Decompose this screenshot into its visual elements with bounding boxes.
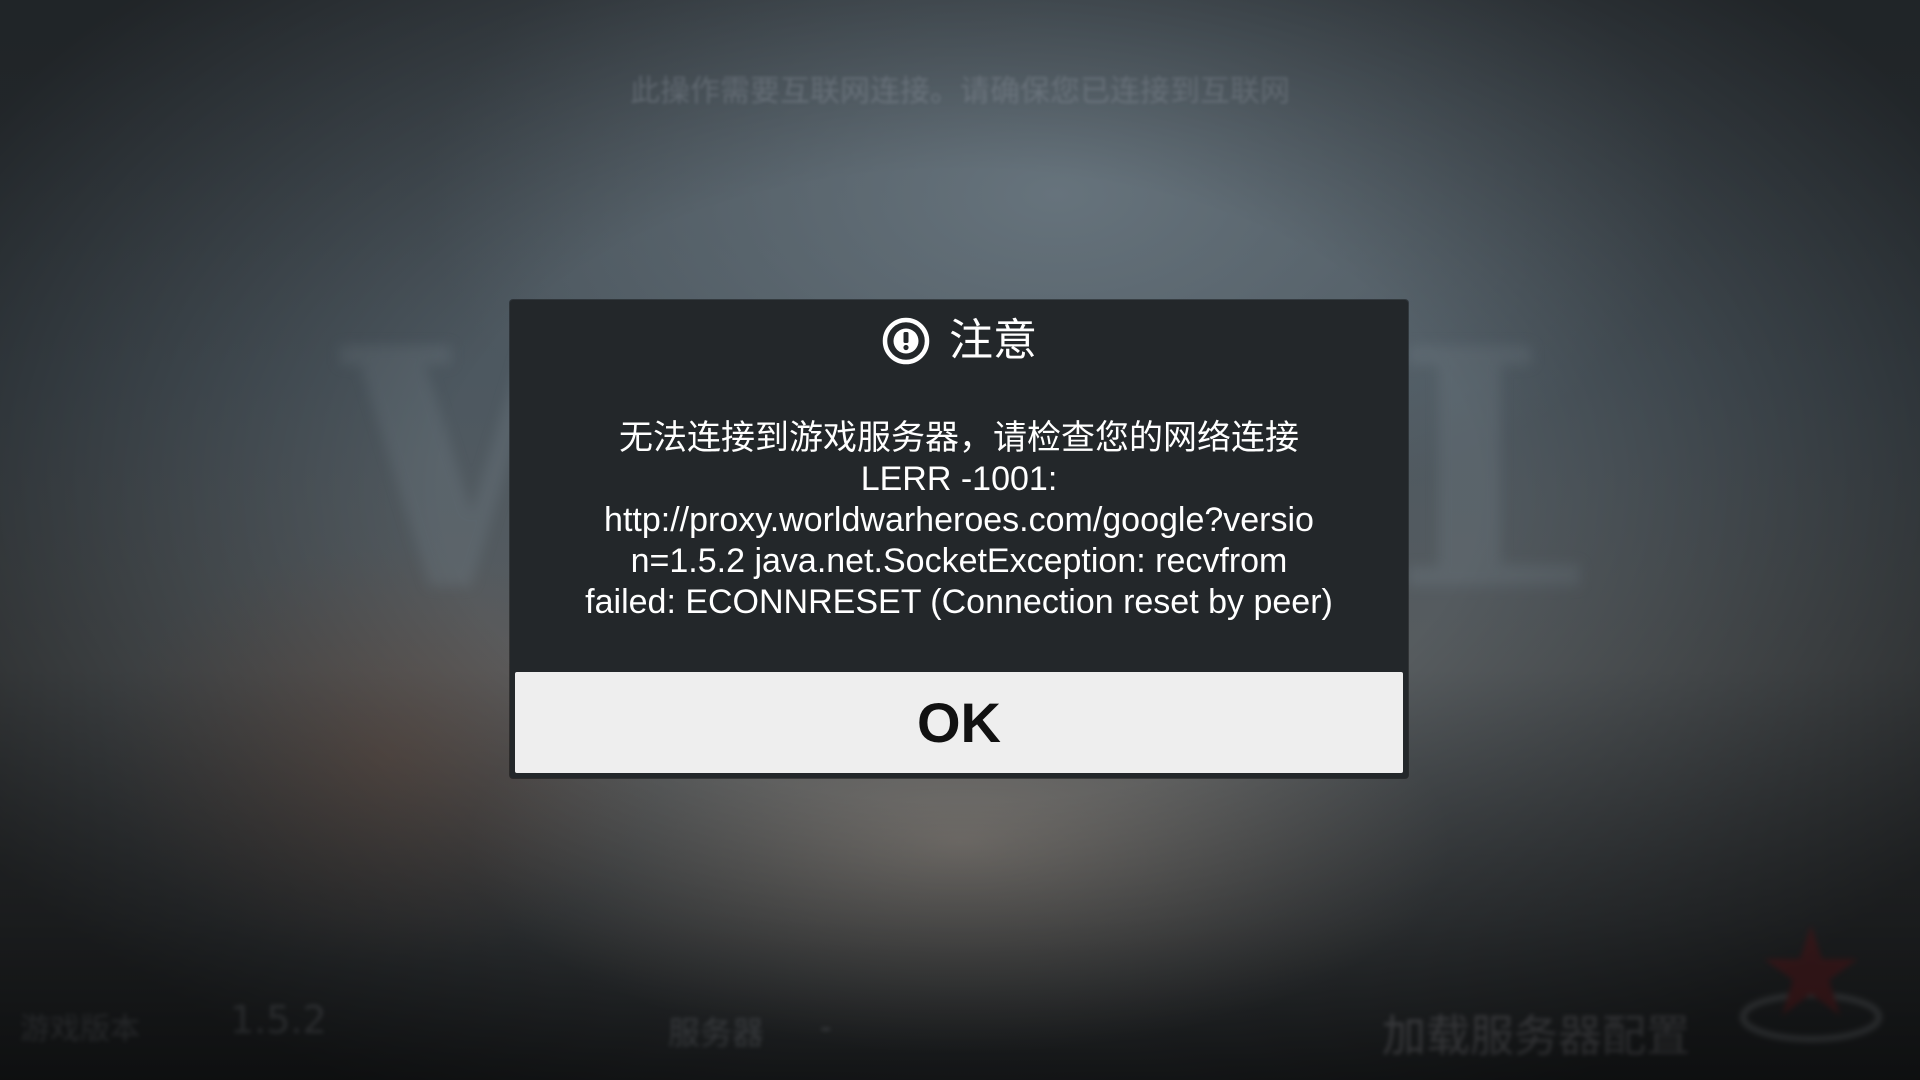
ok-button[interactable]: OK <box>515 672 1403 773</box>
error-dialog: 注意 无法连接到游戏服务器，请检查您的网络连接 LERR -1001: http… <box>510 300 1408 778</box>
background-server-value: - <box>820 1008 832 1046</box>
dialog-header: 注意 <box>510 314 1408 368</box>
exclamation-circle-icon <box>882 317 930 365</box>
dialog-message: 无法连接到游戏服务器，请检查您的网络连接 LERR -1001: http://… <box>560 418 1358 623</box>
background-version-value: 1.5.2 <box>230 998 327 1042</box>
background-connection-notice: 此操作需要互联网连接。请确保您已连接到互联网 <box>630 74 1290 109</box>
background-loading-status: 加载服务器配置 <box>1382 1011 1690 1062</box>
message-line: http://proxy.worldwarheroes.com/google?v… <box>604 501 1314 539</box>
message-line: failed: ECONNRESET (Connection reset by … <box>585 583 1333 621</box>
message-line: n=1.5.2 java.net.SocketException: recvfr… <box>630 542 1288 580</box>
message-line: 无法连接到游戏服务器，请检查您的网络连接 <box>619 419 1299 457</box>
background-server-label: 服务器 <box>668 1014 765 1052</box>
dialog-title: 注意 <box>949 315 1037 366</box>
background-version-label: 游戏版本 <box>20 1012 140 1047</box>
star-emblem-icon <box>1740 925 1882 1042</box>
message-line: LERR -1001: <box>860 460 1058 498</box>
game-screen: 此操作需要互联网连接。请确保您已连接到互联网 WORLD WAR 游戏版本 1.… <box>0 0 1920 1080</box>
